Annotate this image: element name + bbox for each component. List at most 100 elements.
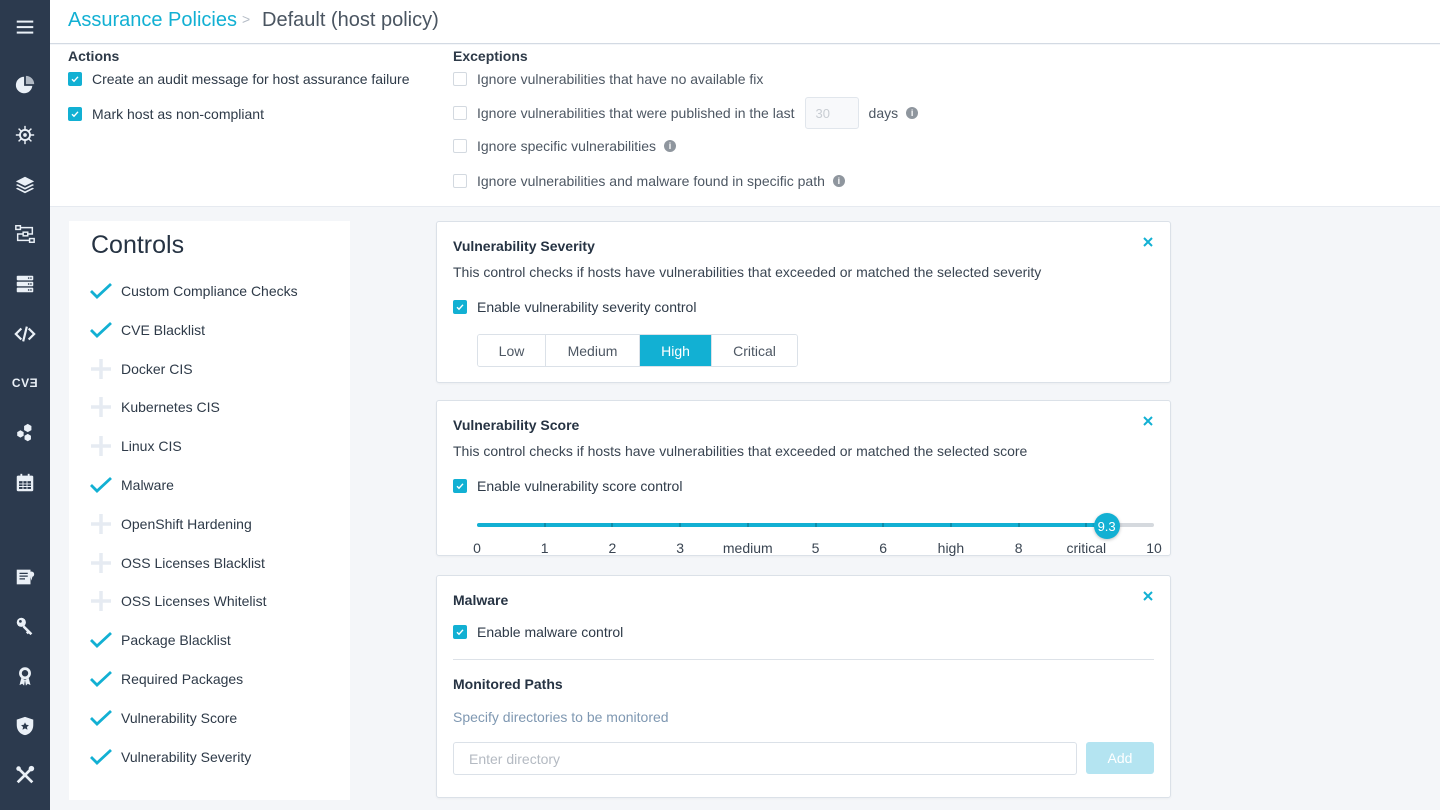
control-item-label: Kubernetes CIS xyxy=(121,399,220,416)
plus-icon[interactable] xyxy=(89,589,113,613)
tools-icon[interactable] xyxy=(13,763,37,787)
enable-score-control-option[interactable]: Enable vulnerability score control xyxy=(453,478,682,494)
code-icon[interactable] xyxy=(13,322,37,346)
score-slider[interactable]: 9.3 xyxy=(477,513,1154,539)
kubernetes-helm-icon[interactable] xyxy=(13,123,37,147)
workflow-icon[interactable] xyxy=(13,222,37,246)
enable-severity-control-option[interactable]: Enable vulnerability severity control xyxy=(453,299,696,315)
severity-high-button[interactable]: High xyxy=(640,335,712,366)
shield-star-icon[interactable] xyxy=(13,714,37,738)
calendar-icon[interactable] xyxy=(13,471,37,495)
checkbox-checked[interactable] xyxy=(453,479,467,493)
exceptions-title: Exceptions xyxy=(453,48,528,64)
breadcrumb-separator-icon: > xyxy=(242,11,251,27)
control-item[interactable]: OSS Licenses Whitelist xyxy=(89,589,267,613)
control-item[interactable]: OpenShift Hardening xyxy=(89,512,252,536)
days-input[interactable]: 30 xyxy=(804,97,859,129)
exception-specific-path-option[interactable]: Ignore vulnerabilities and malware found… xyxy=(453,173,845,189)
key-icon[interactable] xyxy=(13,614,37,638)
control-item-label: Custom Compliance Checks xyxy=(121,283,298,299)
slider-fill xyxy=(477,523,1107,527)
checkmark-icon[interactable] xyxy=(89,667,113,691)
checkbox-checked[interactable] xyxy=(453,625,467,639)
control-item[interactable]: Malware xyxy=(89,473,174,497)
control-item[interactable]: Linux CIS xyxy=(89,434,182,458)
card-title: Vulnerability Score xyxy=(453,417,580,433)
severity-medium-button[interactable]: Medium xyxy=(546,335,640,366)
menu-icon[interactable] xyxy=(13,15,37,39)
slider-tick-label: medium xyxy=(722,540,773,556)
close-icon[interactable] xyxy=(1142,590,1154,602)
exception-specific-vulns-option[interactable]: Ignore specific vulnerabilities i xyxy=(453,138,676,154)
control-item[interactable]: Required Packages xyxy=(89,667,243,691)
control-item[interactable]: Vulnerability Severity xyxy=(89,745,251,769)
control-item[interactable]: Vulnerability Score xyxy=(89,706,237,730)
vulnerability-severity-card: Vulnerability Severity This control chec… xyxy=(436,221,1171,383)
dashboard-pie-icon[interactable] xyxy=(13,73,37,97)
checkmark-icon[interactable] xyxy=(89,279,113,303)
exception-no-fix-option[interactable]: Ignore vulnerabilities that have no avai… xyxy=(453,71,763,87)
checkbox-checked[interactable] xyxy=(68,72,82,86)
control-item[interactable]: CVE Blacklist xyxy=(89,318,205,342)
checkbox-unchecked[interactable] xyxy=(453,106,467,120)
checkbox-unchecked[interactable] xyxy=(453,174,467,188)
action-non-compliant-option[interactable]: Mark host as non-compliant xyxy=(68,106,264,122)
monitored-paths-hint: Specify directories to be monitored xyxy=(453,709,669,725)
control-item[interactable]: OSS Licenses Blacklist xyxy=(89,551,265,575)
option-label: Ignore vulnerabilities that were publish… xyxy=(477,105,795,121)
close-icon[interactable] xyxy=(1142,236,1154,248)
severity-low-button[interactable]: Low xyxy=(478,335,546,366)
checkmark-icon[interactable] xyxy=(89,706,113,730)
control-item-label: OSS Licenses Blacklist xyxy=(121,554,265,571)
slider-tick-label: 8 xyxy=(1014,540,1023,556)
checkmark-icon[interactable] xyxy=(89,318,113,342)
checkbox-unchecked[interactable] xyxy=(453,72,467,86)
slider-thumb[interactable]: 9.3 xyxy=(1093,513,1120,539)
page-header: Assurance Policies > Default (host polic… xyxy=(50,0,1440,44)
info-icon[interactable]: i xyxy=(663,140,676,152)
control-item-label: Docker CIS xyxy=(121,360,193,377)
checkmark-icon[interactable] xyxy=(89,628,113,652)
add-directory-button[interactable]: Add xyxy=(1086,742,1154,774)
control-item[interactable]: Kubernetes CIS xyxy=(89,395,220,419)
policy-document-icon[interactable] xyxy=(13,565,37,589)
slider-tick-label: 5 xyxy=(811,540,820,556)
control-item[interactable]: Package Blacklist xyxy=(89,628,231,652)
close-icon[interactable] xyxy=(1142,415,1154,427)
enable-malware-control-option[interactable]: Enable malware control xyxy=(453,624,623,640)
badge-icon[interactable] xyxy=(13,664,37,688)
control-item[interactable]: Custom Compliance Checks xyxy=(89,279,298,303)
option-label: Mark host as non-compliant xyxy=(92,106,264,122)
card-description: This control checks if hosts have vulner… xyxy=(453,264,1042,280)
breadcrumb-assurance-policies-link[interactable]: Assurance Policies xyxy=(68,9,237,32)
cve-icon[interactable]: CVƎ xyxy=(12,371,38,395)
checkbox-checked[interactable] xyxy=(68,107,82,121)
malware-card: Malware Enable malware control Monitored… xyxy=(436,575,1171,798)
control-item-label: OpenShift Hardening xyxy=(121,515,252,532)
plus-icon[interactable] xyxy=(89,395,113,419)
control-item[interactable]: Docker CIS xyxy=(89,357,193,381)
checkbox-unchecked[interactable] xyxy=(453,139,467,153)
option-label: Create an audit message for host assuran… xyxy=(92,71,410,87)
slider-tick xyxy=(611,523,614,527)
checkmark-icon[interactable] xyxy=(89,745,113,769)
layers-icon[interactable] xyxy=(13,173,37,197)
checkbox-checked[interactable] xyxy=(453,300,467,314)
plus-icon[interactable] xyxy=(89,357,113,381)
divider xyxy=(453,659,1154,660)
info-icon[interactable]: i xyxy=(832,175,845,187)
severity-critical-button[interactable]: Critical xyxy=(712,335,797,366)
slider-tick xyxy=(882,523,885,527)
checkmark-icon[interactable] xyxy=(89,473,113,497)
info-icon[interactable]: i xyxy=(906,107,919,119)
action-audit-message-option[interactable]: Create an audit message for host assuran… xyxy=(68,71,410,87)
plus-icon[interactable] xyxy=(89,512,113,536)
control-item-label: Vulnerability Severity xyxy=(121,748,252,765)
exception-published-days-option: Ignore vulnerabilities that were publish… xyxy=(453,97,919,129)
directory-input[interactable] xyxy=(453,742,1077,775)
hexagons-icon[interactable] xyxy=(13,421,37,445)
servers-icon[interactable] xyxy=(13,272,37,296)
slider-tick xyxy=(1085,523,1088,527)
plus-icon[interactable] xyxy=(89,434,113,458)
plus-icon[interactable] xyxy=(89,551,113,575)
